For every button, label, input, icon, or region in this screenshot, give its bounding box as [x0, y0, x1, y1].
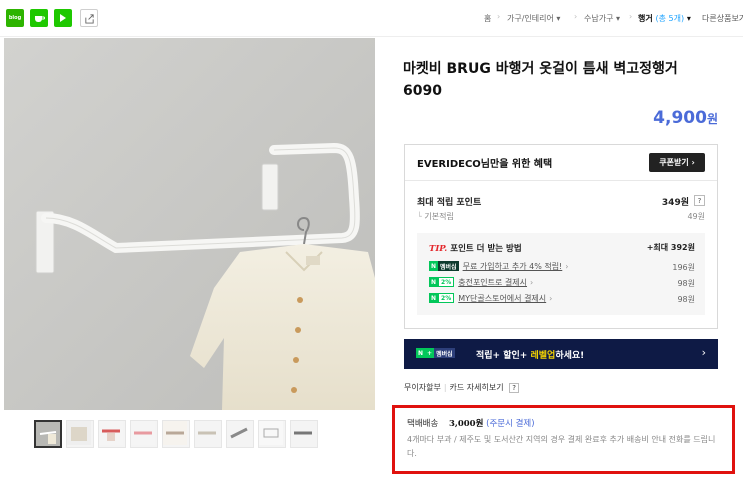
thumbnail-8[interactable]	[258, 420, 286, 448]
tip-box: TIP. 포인트 더 받는 방법 +최대 392원 N 멤버십 무료 가입하고 추가…	[417, 233, 705, 315]
breadcrumb-furniture[interactable]: 가구/인테리어 ▾	[507, 13, 560, 24]
tip-row-text: 무료 가입하고 추가 4% 적립!	[462, 261, 563, 271]
help-icon[interactable]: ?	[509, 382, 520, 393]
benefit-header: EVERIDECO님만을 위한 혜택 쿠폰받기 ›	[405, 145, 717, 181]
base-points-label: └ 기본적립	[417, 212, 454, 221]
shipping-method: 택배배송	[407, 419, 439, 429]
chevron-right-icon: ›	[701, 346, 706, 359]
card-detail-link[interactable]: 카드 자세히보기	[450, 383, 504, 392]
naver-membership-badge: N 멤버십	[429, 261, 459, 271]
max-points-label: 최대 적립 포인트	[417, 198, 482, 208]
breadcrumb-separator: ›	[629, 12, 633, 21]
divider: |	[443, 383, 447, 392]
hanger-photo-illustration	[4, 38, 375, 410]
tip-row-text: 충전포인트로 결제시	[458, 277, 528, 287]
shipping-info-highlight: 택배배송 3,000원 (주문시 결제) 4개마다 부과 / 제주도 및 도서산…	[392, 405, 735, 474]
tip-row-text: MY단골스토어에서 결제시	[458, 293, 547, 303]
tip-max-points: +최대 392원	[646, 243, 695, 252]
interest-free-label: 무이자할부	[404, 383, 441, 392]
blog-share-icon[interactable]: blog	[6, 9, 24, 27]
shipping-payment: (주문시 결제)	[486, 419, 535, 429]
naver-pay-badge: N 2%	[429, 277, 455, 287]
thumbnail-6[interactable]	[194, 420, 222, 448]
tip-row-value: 98원	[677, 279, 695, 288]
product-title: 마켓비 BRUG 바행거 옷걸이 틈새 벽고정행거 6090	[403, 61, 678, 99]
shipping-description: 4개마다 부과 / 제주도 및 도서산간 지역의 경우 결제 완료후 추가 배송…	[407, 435, 716, 458]
band-share-icon[interactable]	[54, 9, 72, 27]
naver-pay-badge: N 2%	[429, 293, 455, 303]
price-value: 4,900	[653, 108, 707, 128]
breadcrumb-current[interactable]: 행거 (총 5개) ▾	[638, 13, 691, 24]
get-coupon-button[interactable]: 쿠폰받기 ›	[649, 153, 705, 172]
cup-icon	[35, 16, 45, 22]
blog-share-label: blog	[8, 15, 22, 21]
shipping-line: 택배배송 3,000원 (주문시 결제)	[407, 417, 535, 429]
chevron-right-icon: ›	[565, 261, 569, 271]
thumbnail-4[interactable]	[130, 420, 158, 448]
tip-row-membership[interactable]: N 멤버십 무료 가입하고 추가 4% 적립! ›	[429, 260, 568, 272]
help-icon[interactable]: ?	[694, 195, 705, 206]
tip-row-value: 196원	[672, 263, 695, 272]
thumbnail-5[interactable]	[162, 420, 190, 448]
base-points-value: 49원	[687, 212, 705, 221]
tip-row-value: 98원	[677, 295, 695, 304]
tip-row-charge-points[interactable]: N 2% 충전포인트로 결제시 ›	[429, 276, 533, 288]
product-main-image	[4, 38, 375, 410]
cafe-share-icon[interactable]	[30, 9, 48, 27]
thumbnail-9[interactable]	[290, 420, 318, 448]
breadcrumb-separator: ›	[497, 12, 501, 21]
thumbnail-7[interactable]	[226, 420, 254, 448]
breadcrumb-separator: ›	[574, 12, 578, 21]
thumbnail-3[interactable]	[98, 420, 126, 448]
benefit-panel: EVERIDECO님만을 위한 혜택 쿠폰받기 › 최대 적립 포인트 349원…	[404, 144, 718, 329]
naver-membership-badge: N + 멤버십	[416, 348, 455, 358]
other-products-link[interactable]: 다른상품보기	[702, 13, 743, 24]
membership-text: 적립+ 할인+ 레벨업하세요!	[476, 351, 585, 361]
breadcrumb-home[interactable]: 홈	[484, 13, 491, 24]
benefit-title: EVERIDECO님만을 위한 혜택	[417, 159, 553, 170]
share-arrow-icon	[84, 13, 94, 24]
tip-title: TIP. 포인트 더 받는 방법	[429, 244, 522, 254]
installment-info: 무이자할부 | 카드 자세히보기 ?	[404, 382, 520, 393]
price-unit: 원	[706, 112, 718, 126]
max-points-value: 349원	[661, 198, 689, 208]
band-logo-icon	[60, 14, 66, 22]
top-bar: blog 홈 › 가구/인테리어 ▾ › 수납가구 ▾ › 행거 (총 5개) …	[0, 0, 743, 37]
thumbnail-2[interactable]	[66, 420, 94, 448]
breadcrumb-storage[interactable]: 수납가구 ▾	[584, 13, 620, 24]
chevron-right-icon: ›	[530, 277, 534, 287]
product-price: 4,900원	[620, 108, 718, 128]
share-link-icon[interactable]	[80, 9, 98, 27]
shipping-fee: 3,000원	[448, 419, 484, 429]
membership-banner[interactable]: N + 멤버십 적립+ 할인+ 레벨업하세요! ›	[404, 339, 718, 369]
tip-row-my-store[interactable]: N 2% MY단골스토어에서 결제시 ›	[429, 292, 552, 304]
thumbnail-1[interactable]	[34, 420, 62, 448]
chevron-right-icon: ›	[549, 293, 553, 303]
